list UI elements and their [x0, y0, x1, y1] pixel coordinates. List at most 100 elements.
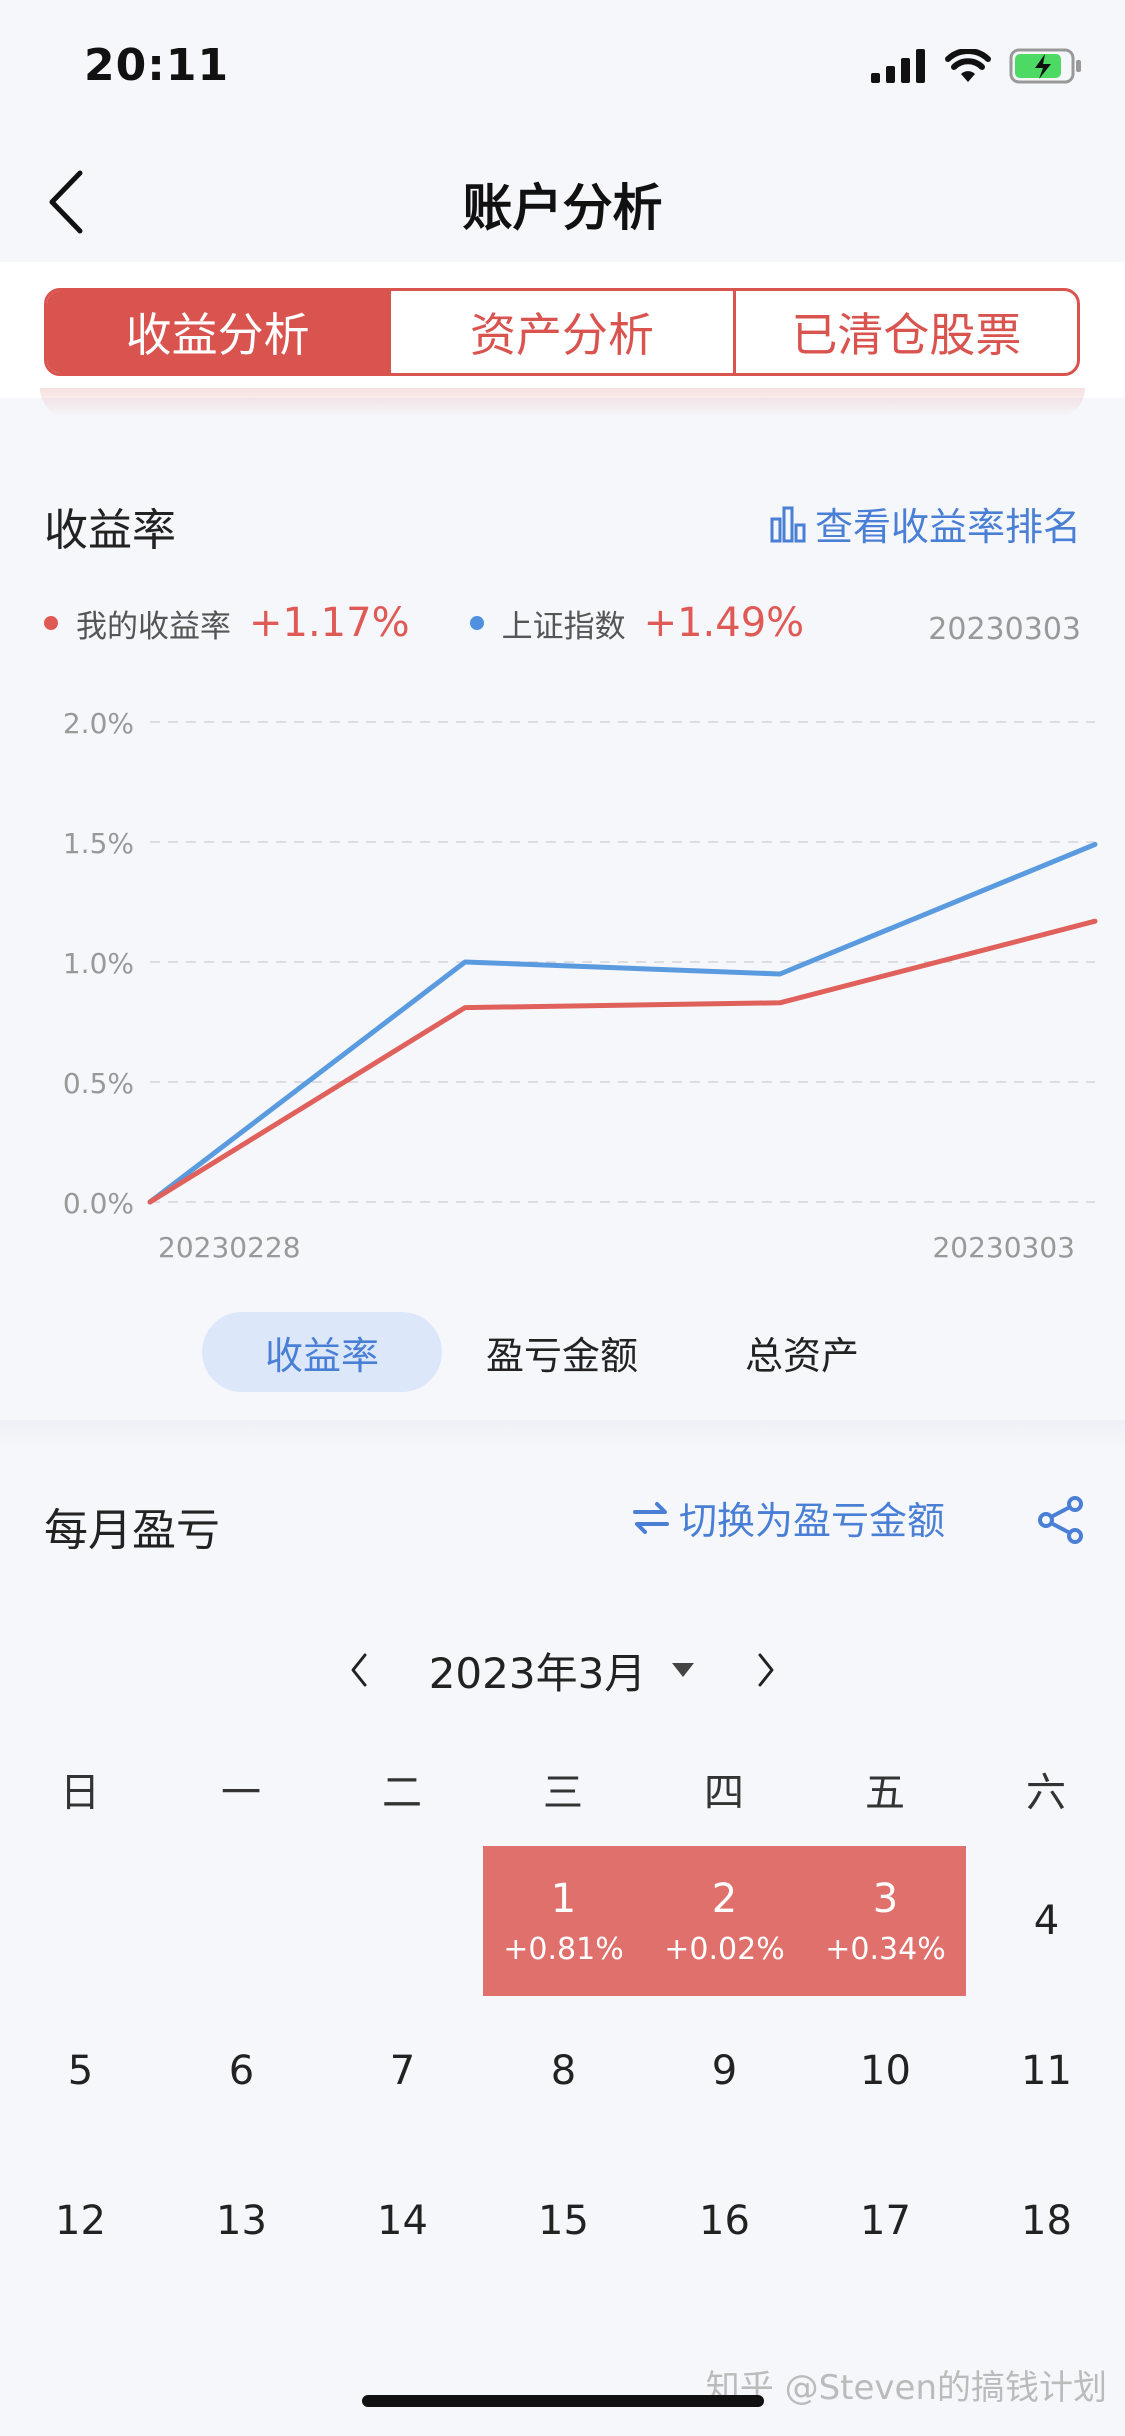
tab-bar: 收益分析 资产分析 已清仓股票	[0, 262, 1125, 398]
y-tick-label: 0.0%	[63, 1187, 134, 1220]
calendar-day-number: 8	[550, 2048, 577, 2094]
calendar-day-cell[interactable]: 2 +0.02%	[644, 1846, 805, 1996]
chart-legend: 我的收益率 +1.17% 上证指数 +1.49%	[44, 600, 864, 646]
calendar-day-number: 18	[1021, 2198, 1072, 2244]
legend-date: 20230303	[928, 612, 1081, 647]
calendar-day-number: 1	[550, 1875, 577, 1922]
home-indicator	[362, 2395, 764, 2407]
series-line-mine	[147, 918, 1098, 1205]
calendar-day-cell[interactable]: 13	[161, 2146, 322, 2296]
wifi-icon	[945, 49, 991, 82]
nav-bar: 账户分析	[0, 140, 1125, 262]
calendar-day-cell[interactable]: 9	[644, 1996, 805, 2146]
calendar-day-cell[interactable]: 14	[322, 2146, 483, 2296]
legend-label-mine: 我的收益率	[76, 608, 231, 645]
switch-link-label: 切换为盈亏金额	[678, 1499, 945, 1543]
calendar-day-cell[interactable]: 8	[483, 1996, 644, 2146]
month-selector[interactable]: 2023年3月	[429, 1640, 697, 1701]
calendar-day-number: 12	[55, 2198, 106, 2244]
calendar-day-number: 16	[699, 2198, 750, 2244]
month-label: 2023年3月	[428, 1648, 647, 1698]
segmented-control: 收益分析 资产分析 已清仓股票	[44, 288, 1080, 376]
status-time: 20:11	[84, 40, 230, 91]
calendar-day-cell[interactable]: 12	[0, 2146, 161, 2296]
status-bar: 20:11	[0, 0, 1125, 140]
chip-return-rate[interactable]: 收益率	[202, 1312, 442, 1392]
calendar-day-cell[interactable]: 10	[805, 1996, 966, 2146]
y-tick-label: 1.0%	[63, 947, 134, 980]
signal-icon	[871, 49, 925, 83]
calendar-day-cell[interactable]: 5	[0, 1996, 161, 2146]
tab-cleared-stocks[interactable]: 已清仓股票	[732, 291, 1077, 373]
tab-asset-analysis[interactable]: 资产分析	[388, 291, 732, 373]
calendar-day-cell[interactable]: 17	[805, 2146, 966, 2296]
battery-icon	[1009, 48, 1081, 84]
calendar-day-number: 7	[389, 2048, 416, 2094]
weekday-label: 三	[543, 1770, 583, 1816]
calendar-day-number: 10	[860, 2048, 911, 2094]
share-icon	[1038, 1496, 1083, 1544]
calendar-day-return: +0.81%	[503, 1931, 624, 1967]
ranking-link[interactable]: 查看收益率排名	[769, 496, 1081, 551]
legend-dot-index	[469, 616, 484, 630]
calendar-day-cell[interactable]: 7	[322, 1996, 483, 2146]
chevron-left-icon	[351, 1653, 367, 1687]
weekday-label: 六	[1026, 1770, 1066, 1816]
calendar-day-cell[interactable]: 3 +0.34%	[805, 1846, 966, 1996]
calendar-header: 2023年3月	[0, 1630, 1125, 1710]
legend-value-mine: +1.17%	[249, 600, 410, 646]
weekday-label: 日	[60, 1770, 100, 1816]
calendar-day-cell[interactable]: 16	[644, 2146, 805, 2296]
share-button[interactable]	[1031, 1490, 1091, 1550]
calendar-day-cell[interactable]: 1 +0.81%	[483, 1846, 644, 1996]
returns-title: 收益率	[44, 505, 176, 556]
calendar-day-number: 3	[872, 1875, 899, 1922]
tab-profit-analysis[interactable]: 收益分析	[47, 291, 389, 373]
y-tick-label: 0.5%	[63, 1067, 134, 1100]
switch-link[interactable]: 切换为盈亏金额	[631, 1490, 945, 1545]
legend-value-index: +1.49%	[643, 600, 805, 646]
calendar-day-number: 2	[711, 1875, 738, 1922]
tab-shadow	[40, 388, 1085, 418]
calendar-day-number: 5	[67, 2048, 94, 2094]
prev-month-button[interactable]	[329, 1640, 389, 1700]
chip-total-assets[interactable]: 总资产	[682, 1312, 922, 1392]
calendar-day-number: 13	[216, 2198, 267, 2244]
chart-metric-chips: 收益率 盈亏金额 总资产	[0, 1312, 1125, 1392]
x-tick-label: 20230228	[158, 1231, 301, 1264]
calendar-day-number: 15	[538, 2198, 589, 2244]
page-title: 账户分析	[462, 179, 663, 237]
bar-chart-icon	[770, 506, 806, 542]
monthly-title: 每月盈亏	[44, 1505, 220, 1556]
calendar-day-cell[interactable]: 6	[161, 1996, 322, 2146]
calendar-day-number: 6	[228, 2048, 255, 2094]
legend-dot-mine	[44, 616, 58, 630]
next-month-button[interactable]	[736, 1640, 796, 1700]
series-line-index	[147, 841, 1098, 1205]
caret-down-icon	[672, 1663, 695, 1677]
ranking-link-label: 查看收益率排名	[814, 505, 1081, 549]
y-tick-label: 1.5%	[63, 827, 134, 860]
calendar-day-number: 9	[711, 2048, 738, 2094]
calendar-day-cell[interactable]: 4	[966, 1846, 1125, 1996]
weekday-label: 二	[382, 1770, 422, 1816]
watermark: 知乎 @Steven的搞钱计划	[705, 2368, 1107, 2408]
weekday-label: 一	[221, 1770, 261, 1816]
returns-chart: 0.0% 0.5% 1.0% 1.5% 2.0% 20230228 20230303	[63, 707, 1098, 1264]
chip-profit-amount[interactable]: 盈亏金额	[442, 1312, 682, 1392]
weekday-label: 五	[865, 1770, 905, 1816]
chevron-right-icon	[758, 1653, 774, 1687]
calendar-day-cell[interactable]: 11	[966, 1996, 1125, 2146]
weekday-label: 四	[704, 1770, 744, 1816]
calendar-day-return: +0.34%	[825, 1931, 946, 1967]
legend-label-index: 上证指数	[501, 608, 626, 645]
y-tick-label: 2.0%	[63, 707, 134, 740]
calendar-day-cell[interactable]: 15	[483, 2146, 644, 2296]
calendar-day-number: 11	[1021, 2048, 1072, 2094]
status-icons	[871, 48, 1083, 84]
calendar-day-cell[interactable]: 18	[966, 2146, 1125, 2296]
x-tick-label: 20230303	[932, 1231, 1075, 1264]
weekday-row: 日 一 二 三 四 五 六	[0, 1760, 1125, 1830]
calendar-day-number: 4	[1033, 1898, 1060, 1944]
calendar-day-return: +0.02%	[664, 1931, 785, 1967]
